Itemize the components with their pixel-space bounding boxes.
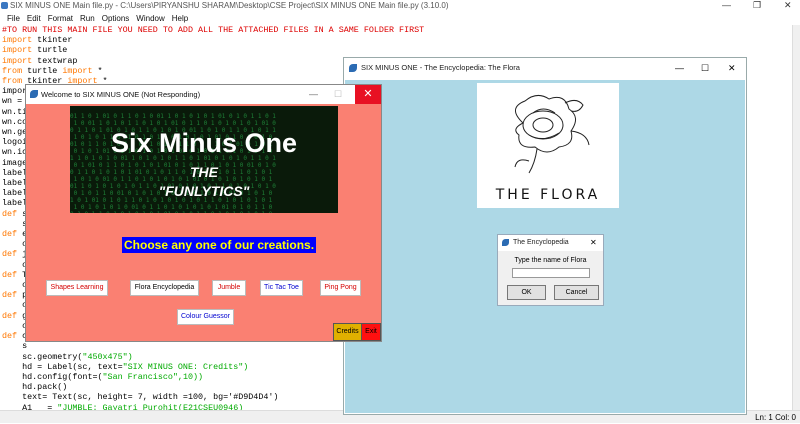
choose-heading: Choose any one of our creations. [122,237,317,253]
maximize-button[interactable]: ❐ [753,0,761,11]
ping-pong-button[interactable]: Ping Pong [320,280,361,296]
banner-subtitle-the: THE [190,164,218,180]
banner-subtitle-funlytics: "FUNLYTICS" [158,183,250,199]
shapes-learning-button[interactable]: Shapes Learning [46,280,108,296]
close-icon[interactable]: ✕ [728,58,736,78]
python-icon [1,2,8,9]
welcome-window-title: Welcome to SIX MINUS ONE (Not Responding… [41,90,201,99]
dialog-prompt: Type the name of Flora [514,257,587,264]
close-button[interactable]: ✕ [355,85,381,104]
jumble-button[interactable]: Jumble [212,280,246,296]
colour-guessor-button[interactable]: Colour Guessor [177,309,234,325]
encyclopedia-dialog: The Encyclopedia ✕ Type the name of Flor… [497,234,604,306]
credits-button[interactable]: Credits [333,323,362,341]
flora-title-bar: SIX MINUS ONE - The Encyclopedia: The Fl… [344,58,746,80]
idle-window-title: SIX MINUS ONE Main file.py - C:\Users\PI… [10,1,449,10]
dialog-title: The Encyclopedia [513,239,569,246]
menu-help[interactable]: Help [172,14,188,23]
minimize-icon[interactable]: — [675,58,684,78]
cancel-button[interactable]: Cancel [554,285,599,300]
banner-title: Six Minus One [110,128,298,158]
menu-run[interactable]: Run [80,14,95,23]
vertical-scrollbar[interactable] [792,25,800,410]
code-line: import turtle [2,45,68,56]
six-minus-one-banner: 01 1 0 1 01 0 1 1 0 1 0 01 1 0 1 0 1 0 1… [70,106,338,213]
tic-tac-toe-button[interactable]: Tic Tac Toe [260,280,303,296]
flora-window-title: SIX MINUS ONE - The Encyclopedia: The Fl… [361,63,520,72]
welcome-window: Welcome to SIX MINUS ONE (Not Responding… [25,84,382,342]
exit-button[interactable]: Exit [361,323,381,341]
dialog-title-bar: The Encyclopedia ✕ [498,235,603,251]
idle-title-bar: SIX MINUS ONE Main file.py - C:\Users\PI… [0,0,800,12]
flora-logo-text: THE FLORA [495,187,601,203]
flora-encyclopedia-button[interactable]: Flora Encyclopedia [130,280,199,296]
menu-bar: File Edit Format Run Options Window Help [0,12,800,25]
code-line: import tkinter [2,35,73,46]
welcome-title-bar: Welcome to SIX MINUS ONE (Not Responding… [26,85,381,104]
close-button[interactable]: ✕ [784,0,792,11]
menu-options[interactable]: Options [102,14,130,23]
flora-logo-image: THE FLORA [477,83,619,208]
flower-sketch-icon [514,95,590,174]
tk-feather-icon [30,90,38,98]
menu-file[interactable]: File [7,14,20,23]
cursor-position: Ln: 1 Col: 0 [755,413,796,422]
menu-edit[interactable]: Edit [27,14,41,23]
tk-feather-icon [502,239,509,246]
minimize-icon[interactable]: — [309,85,318,104]
close-icon[interactable]: ✕ [590,235,597,251]
tk-feather-icon [349,64,357,72]
maximize-icon[interactable]: ☐ [701,58,709,78]
code-comment: #TO RUN THIS MAIN FILE YOU NEED TO ADD A… [2,25,425,35]
flora-name-input[interactable] [512,268,590,278]
minimize-button[interactable]: — [722,0,731,11]
menu-window[interactable]: Window [136,14,164,23]
maximize-icon[interactable]: ☐ [334,85,342,104]
ok-button[interactable]: OK [507,285,546,300]
menu-format[interactable]: Format [48,14,73,23]
